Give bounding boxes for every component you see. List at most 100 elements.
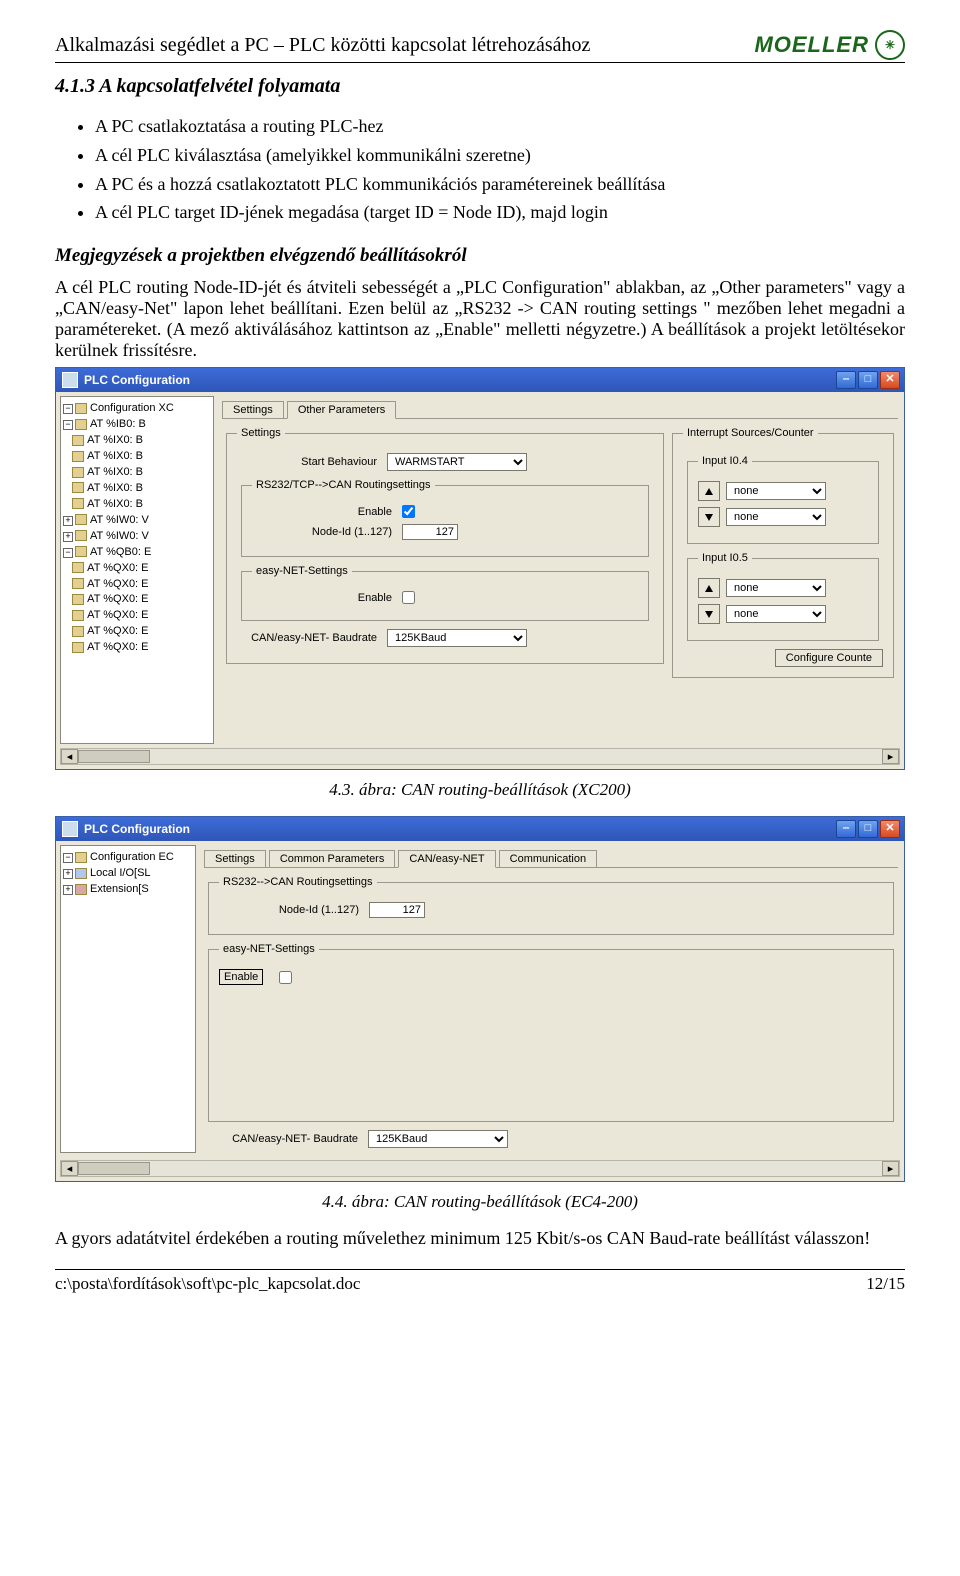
input05-up-select[interactable]: none [726, 579, 826, 597]
maximize-button[interactable]: □ [858, 820, 878, 838]
easy-enable-checkbox[interactable] [279, 971, 292, 984]
config-tree[interactable]: −Configuration EC +Local I/O[SL +Extensi… [60, 845, 196, 1153]
tree-collapse-icon[interactable]: − [63, 404, 73, 414]
tree-item[interactable]: AT %QB0: E [90, 546, 151, 558]
nodeid-input[interactable] [402, 524, 458, 540]
tree-item[interactable]: Local I/O[SL [90, 867, 151, 879]
tree-scrollbar[interactable]: ◂ ▸ [60, 1160, 900, 1177]
enable-label: Enable [219, 969, 263, 985]
window-titlebar[interactable]: PLC Configuration ‒ □ ✕ [56, 817, 904, 841]
tree-item[interactable]: AT %IX0: B [87, 450, 143, 462]
figure-caption: 4.4. ábra: CAN routing-beállítások (EC4-… [55, 1192, 905, 1212]
minimize-button[interactable]: ‒ [836, 371, 856, 389]
group-legend: Input I0.5 [698, 552, 752, 564]
tree-expand-icon[interactable]: + [63, 516, 73, 526]
tab-strip: Settings Common Parameters CAN/easy-NET … [204, 849, 898, 868]
scroll-left-button[interactable]: ◂ [61, 1161, 78, 1176]
tab-common-parameters[interactable]: Common Parameters [269, 850, 396, 867]
settings-group: Settings Start Behaviour WARMSTART RS232… [226, 427, 664, 664]
start-behaviour-label: Start Behaviour [237, 456, 377, 468]
window-icon [62, 372, 78, 388]
folder-icon [75, 419, 87, 430]
minimize-button[interactable]: ‒ [836, 820, 856, 838]
tree-item[interactable]: AT %QX0: E [87, 578, 148, 590]
leaf-icon [72, 642, 84, 653]
tree-item[interactable]: AT %IW0: V [90, 514, 149, 526]
tab-settings[interactable]: Settings [204, 850, 266, 867]
baudrate-select[interactable]: 125KBaud [387, 629, 527, 647]
edge-down-icon[interactable] [698, 507, 720, 527]
window-title: PLC Configuration [84, 822, 190, 836]
tree-item[interactable]: AT %IX0: B [87, 498, 143, 510]
tab-communication[interactable]: Communication [499, 850, 597, 867]
window-icon [62, 821, 78, 837]
input05-down-select[interactable]: none [726, 605, 826, 623]
tree-expand-icon[interactable]: + [63, 532, 73, 542]
scroll-thumb[interactable] [78, 1162, 150, 1175]
group-legend: Settings [237, 427, 285, 439]
header-title: Alkalmazási segédlet a PC – PLC közötti … [55, 34, 590, 57]
tree-item[interactable]: AT %IX0: B [87, 482, 143, 494]
tree-item[interactable]: AT %QX0: E [87, 641, 148, 653]
input04-up-select[interactable]: none [726, 482, 826, 500]
window-titlebar[interactable]: PLC Configuration ‒ □ ✕ [56, 368, 904, 392]
tree-expand-icon[interactable]: − [63, 420, 73, 430]
leaf-icon [72, 562, 84, 573]
footer-page: 12/15 [866, 1274, 905, 1294]
page-header: Alkalmazási segédlet a PC – PLC közötti … [55, 30, 905, 63]
edge-up-icon[interactable] [698, 578, 720, 598]
edge-down-icon[interactable] [698, 604, 720, 624]
nodeid-input[interactable] [369, 902, 425, 918]
list-item: A PC és a hozzá csatlakoztatott PLC komm… [95, 170, 905, 199]
tree-item[interactable]: AT %QX0: E [87, 625, 148, 637]
scroll-right-button[interactable]: ▸ [882, 749, 899, 764]
tree-expand-icon[interactable]: − [63, 548, 73, 558]
nodeid-label: Node-Id (1..127) [252, 526, 392, 538]
tree-item[interactable]: AT %IX0: B [87, 434, 143, 446]
input04-down-select[interactable]: none [726, 508, 826, 526]
scroll-thumb[interactable] [78, 750, 150, 763]
leaf-icon [72, 482, 84, 493]
close-button[interactable]: ✕ [880, 371, 900, 389]
tab-strip: Settings Other Parameters [222, 400, 898, 419]
tree-collapse-icon[interactable]: − [63, 853, 73, 863]
tree-item[interactable]: AT %IB0: B [90, 418, 146, 430]
leaf-icon [72, 626, 84, 637]
rs232-routing-group: RS232-->CAN Routingsettings Node-Id (1..… [208, 876, 894, 935]
tree-item[interactable]: AT %QX0: E [87, 593, 148, 605]
tab-can-easy-net[interactable]: CAN/easy-NET [398, 850, 495, 868]
notes-heading: Megjegyzések a projektben elvégzendő beá… [55, 245, 905, 267]
baudrate-label: CAN/easy-NET- Baudrate [218, 1133, 358, 1145]
baudrate-select[interactable]: 125KBaud [368, 1130, 508, 1148]
start-behaviour-select[interactable]: WARMSTART [387, 453, 527, 471]
enable-label: Enable [252, 506, 392, 518]
scroll-right-button[interactable]: ▸ [882, 1161, 899, 1176]
folder-icon [75, 546, 87, 557]
tab-settings[interactable]: Settings [222, 401, 284, 418]
configure-counter-button[interactable]: Configure Counte [775, 649, 883, 667]
paragraph: A gyors adatátvitel érdekében a routing … [55, 1228, 905, 1249]
tree-item[interactable]: AT %QX0: E [87, 562, 148, 574]
leaf-icon [72, 610, 84, 621]
config-tree[interactable]: −Configuration XC −AT %IB0: B AT %IX0: B… [60, 396, 214, 744]
tree-expand-icon[interactable]: + [63, 885, 73, 895]
edge-up-icon[interactable] [698, 481, 720, 501]
maximize-button[interactable]: □ [858, 371, 878, 389]
brand-text: MOELLER [754, 32, 869, 58]
window-title: PLC Configuration [84, 373, 190, 387]
tree-scrollbar[interactable]: ◂ ▸ [60, 748, 900, 765]
input05-group: Input I0.5 none none [687, 552, 879, 641]
plc-config-window-xc200: PLC Configuration ‒ □ ✕ −Configuration X… [55, 367, 905, 770]
close-button[interactable]: ✕ [880, 820, 900, 838]
easy-enable-checkbox[interactable] [402, 591, 415, 604]
tree-expand-icon[interactable]: + [63, 869, 73, 879]
enable-checkbox[interactable] [402, 505, 415, 518]
tree-item[interactable]: AT %IX0: B [87, 466, 143, 478]
tree-item[interactable]: Extension[S [90, 883, 149, 895]
tab-other-parameters[interactable]: Other Parameters [287, 401, 396, 419]
paragraph: A cél PLC routing Node-ID-jét és átvitel… [55, 277, 905, 361]
tree-item[interactable]: AT %QX0: E [87, 609, 148, 621]
list-item: A cél PLC kiválasztása (amelyikkel kommu… [95, 141, 905, 170]
tree-item[interactable]: AT %IW0: V [90, 530, 149, 542]
scroll-left-button[interactable]: ◂ [61, 749, 78, 764]
